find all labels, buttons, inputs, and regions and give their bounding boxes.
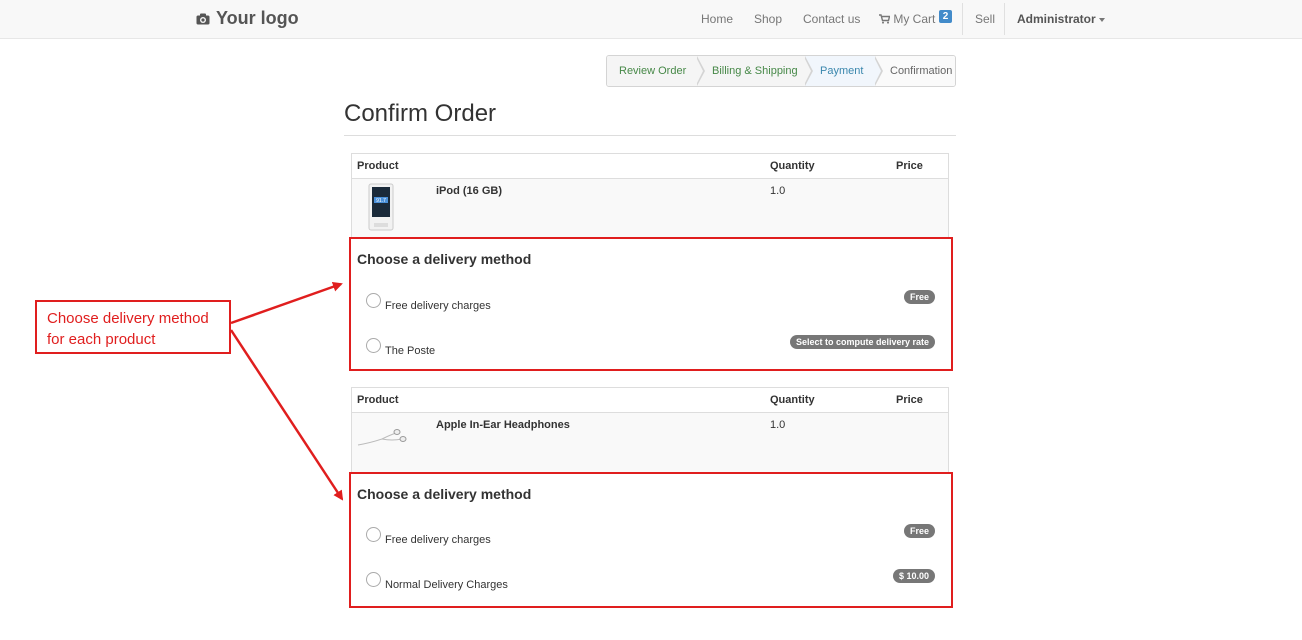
annotation-arrows (229, 281, 344, 501)
arrow-to-panel-1 (230, 281, 343, 325)
arrow-to-panel-2 (229, 329, 344, 501)
